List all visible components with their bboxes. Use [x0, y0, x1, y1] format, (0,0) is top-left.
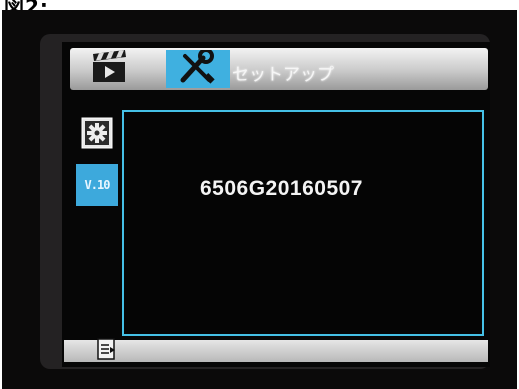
bottom-bar [64, 340, 488, 362]
tab-title: セットアップ [232, 65, 334, 84]
tab-video[interactable] [80, 49, 138, 89]
wrench-screwdriver-icon [175, 47, 221, 89]
sidebar-item-version[interactable]: V.10 [76, 164, 118, 206]
clapperboard-icon [87, 49, 131, 89]
menu-key[interactable] [94, 337, 120, 365]
firmware-version: 6506G20160507 [200, 177, 363, 200]
gear-icon [81, 117, 113, 154]
version-info-icon: V.10 [84, 178, 111, 192]
firmware-info-panel [122, 110, 484, 336]
menu-page-icon [97, 337, 117, 365]
tab-setup[interactable] [166, 47, 230, 89]
sidebar-item-settings[interactable] [76, 114, 118, 156]
